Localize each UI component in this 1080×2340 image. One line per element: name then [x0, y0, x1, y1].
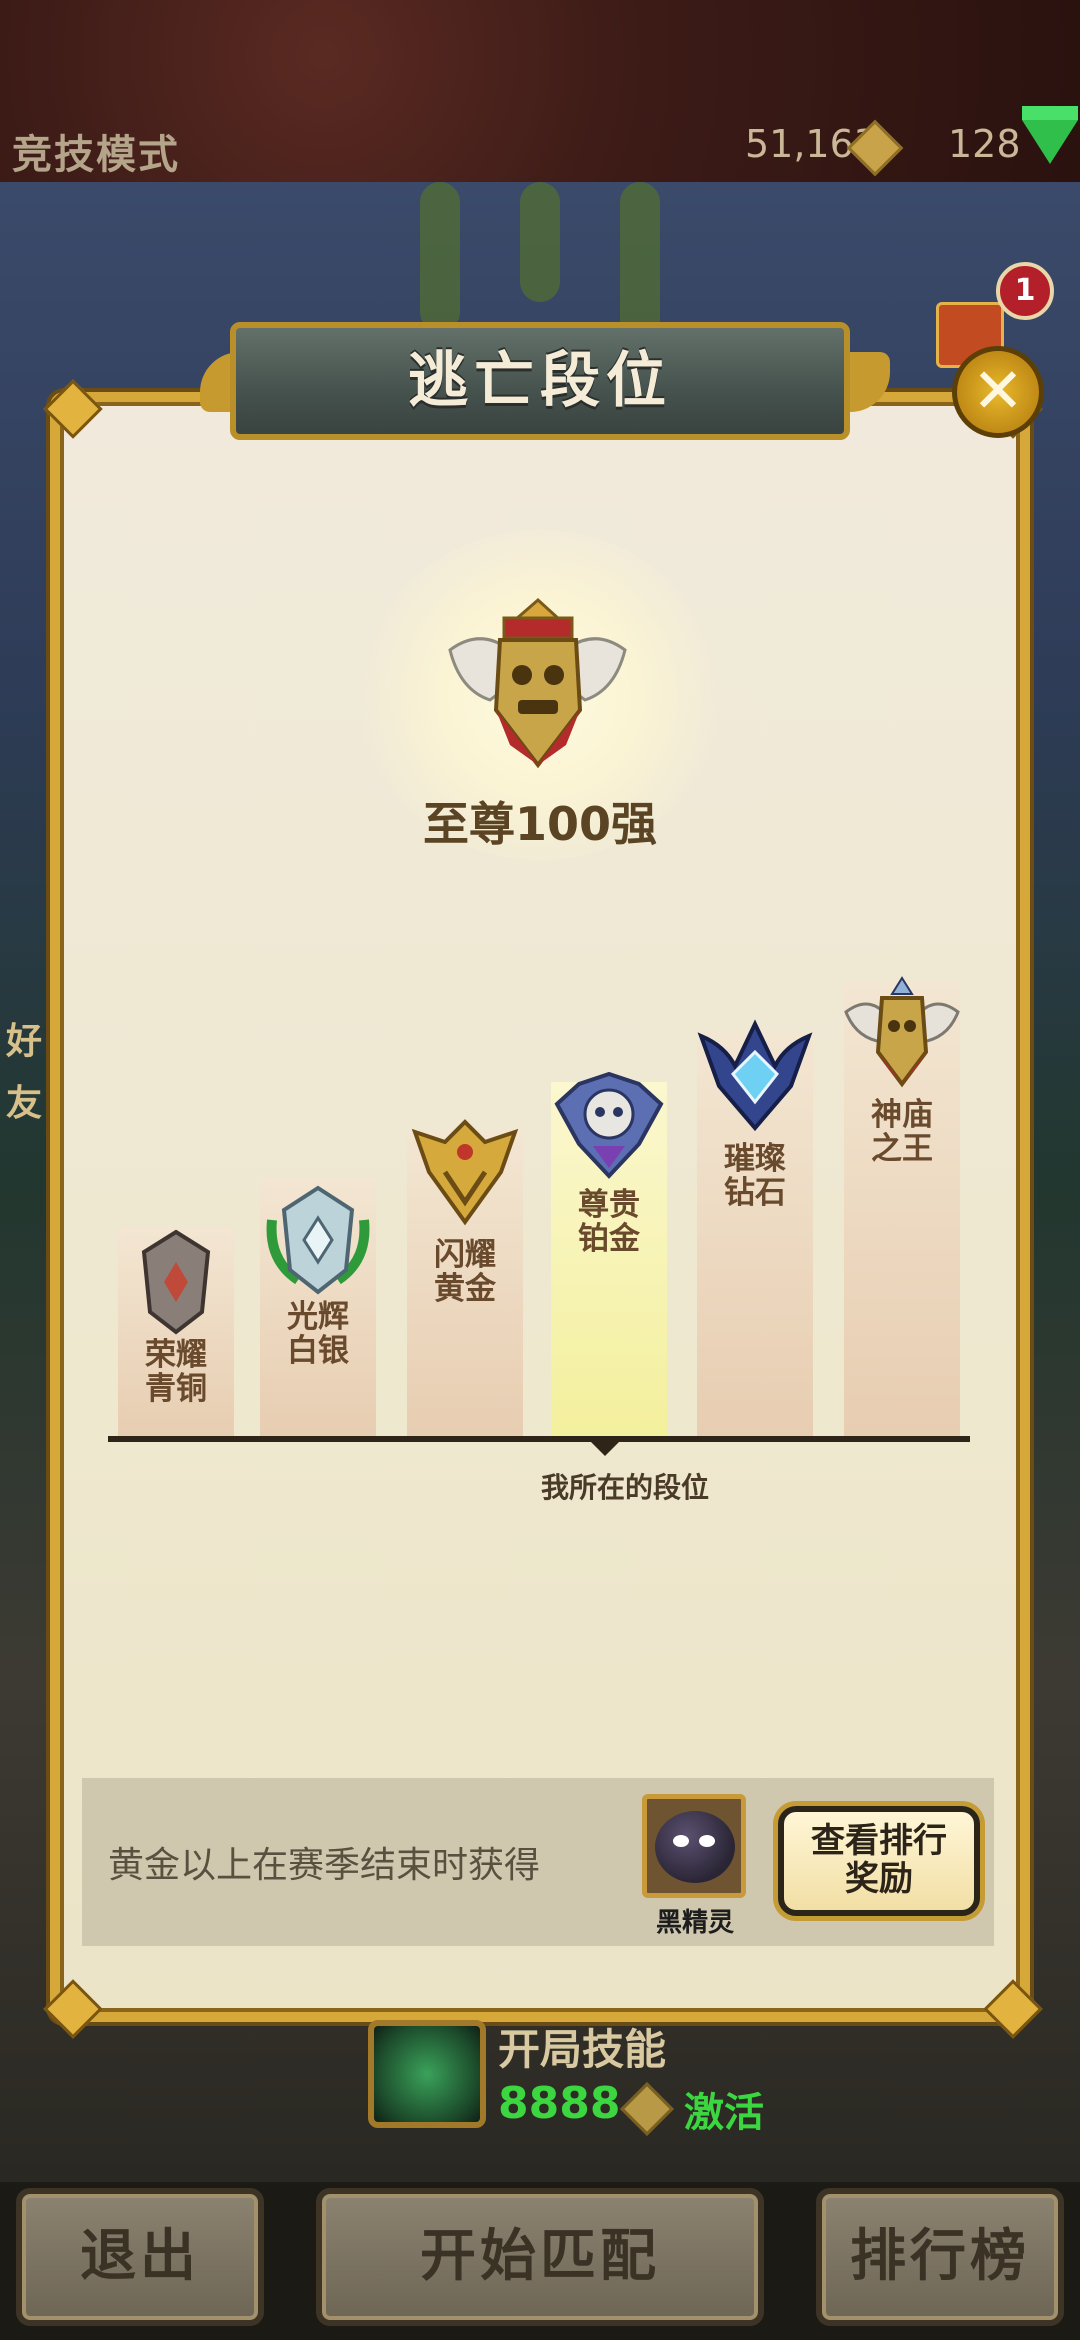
temple-king-emblem-icon: [844, 976, 960, 1088]
pet-name: 黑精灵: [655, 1908, 734, 1938]
vine-decoration: [620, 182, 660, 342]
modal-title: 逃亡段位: [408, 346, 672, 416]
tier-label-gold: 闪耀 黄金: [434, 1237, 496, 1307]
top-rank-name: 至尊100强: [422, 797, 658, 851]
reward-description: 黄金以上在赛季结束时获得: [108, 1845, 541, 1886]
start-skill-icon[interactable]: [368, 2020, 486, 2128]
tier-label-temple-king: 神庙 之王: [871, 1097, 933, 1167]
tier-baseline: [108, 1436, 970, 1442]
vine-decoration: [420, 182, 460, 332]
bronze-emblem-icon: [141, 1229, 211, 1335]
black-spirit-pet-icon: [655, 1811, 735, 1883]
mode-title: 竞技模式: [12, 132, 180, 178]
view-ranking-rewards-label: 查看排行 奖励: [811, 1821, 947, 1899]
pet-eye: [673, 1835, 689, 1847]
current-tier-pointer-icon: [591, 1442, 619, 1456]
gold-emblem-icon: [411, 1119, 519, 1226]
diamond-emblem-icon: [697, 1019, 813, 1132]
gem-currency-icon: [1022, 106, 1078, 164]
activate-skill-link[interactable]: 激活: [684, 2080, 764, 2138]
pet-reward-item[interactable]: [642, 1794, 746, 1898]
tier-label-silver: 光辉 白银: [287, 1299, 349, 1369]
start-skill-cost: 8888: [498, 2078, 621, 2129]
close-button[interactable]: ✕: [952, 346, 1044, 438]
tier-label-bronze: 荣耀 青铜: [145, 1337, 207, 1407]
gem-amount: 128: [948, 122, 1021, 166]
tier-label-diamond: 璀璨 钻石: [724, 1141, 786, 1211]
pet-eye: [699, 1835, 715, 1847]
top-bar: 竞技模式 51,163 128: [0, 0, 1080, 182]
close-icon: ✕: [972, 354, 1024, 427]
leaderboard-button[interactable]: 排行榜: [816, 2188, 1064, 2326]
my-tier-label: 我所在的段位: [540, 1471, 709, 1504]
start-match-button[interactable]: 开始匹配: [316, 2188, 764, 2326]
tier-label-platinum: 尊贵 铂金: [578, 1187, 640, 1257]
silver-emblem-icon: [266, 1185, 370, 1295]
platinum-emblem-icon: [554, 1071, 664, 1179]
friends-tab-char-2[interactable]: 友: [6, 1074, 42, 1126]
vine-decoration: [520, 182, 560, 302]
supreme-emblem-icon: [448, 597, 627, 769]
friends-tab-char-1[interactable]: 好: [6, 1012, 42, 1064]
notification-badge: 1: [996, 262, 1054, 320]
exit-button[interactable]: 退出: [16, 2188, 264, 2326]
start-skill-title: 开局技能: [498, 2025, 667, 2074]
view-ranking-rewards-button[interactable]: 查看排行 奖励: [778, 1806, 980, 1916]
